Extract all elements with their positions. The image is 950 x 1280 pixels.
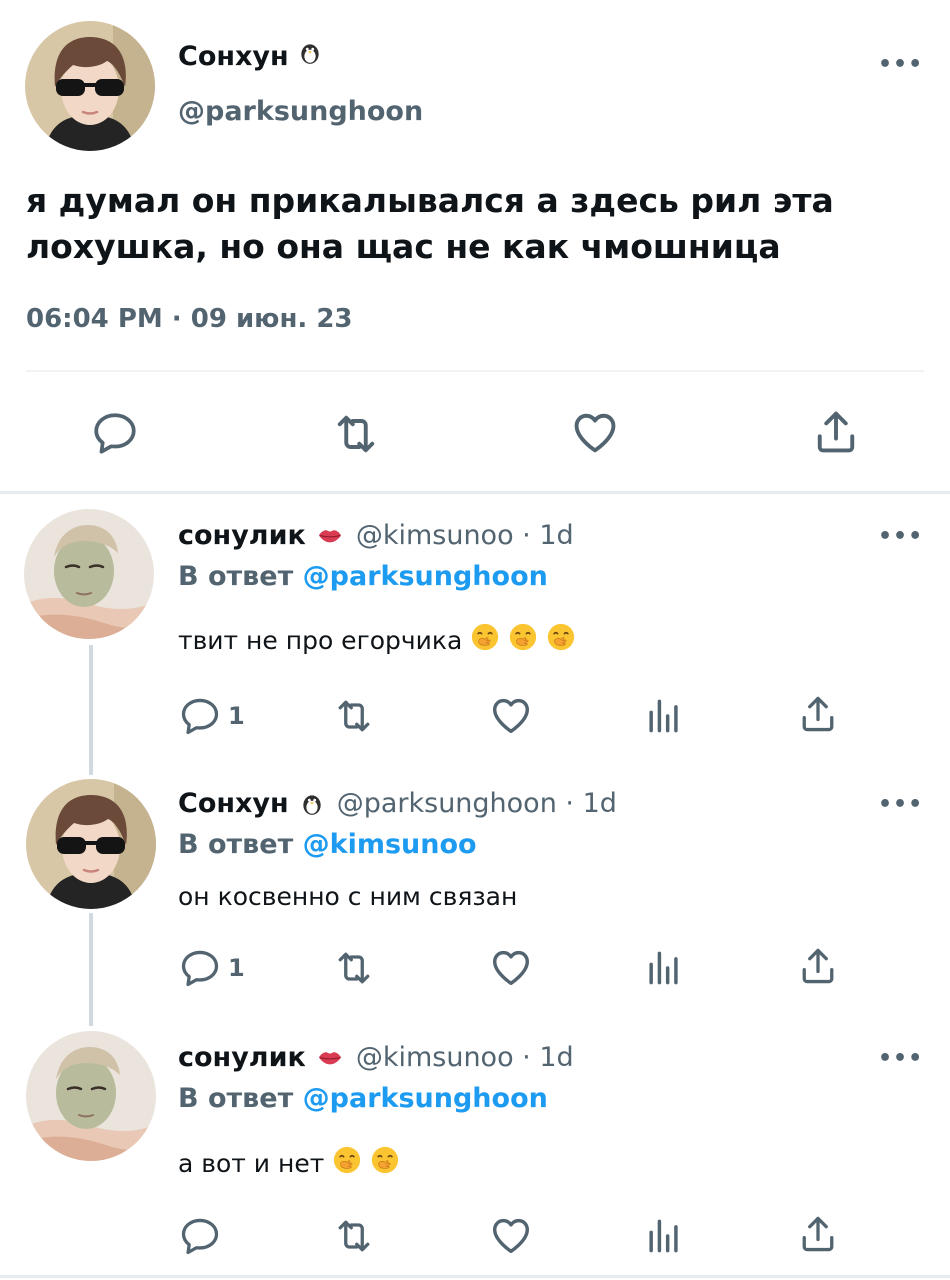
reply-text: а вот и нет <box>178 1145 400 1181</box>
reply-context: В ответ @kimsunoo <box>178 829 477 860</box>
thread-line <box>89 645 93 775</box>
retweet-icon <box>330 408 382 460</box>
like-button[interactable] <box>488 692 534 738</box>
more-options-button[interactable]: ••• <box>878 794 923 816</box>
retweet-icon <box>332 694 376 738</box>
hand-over-mouth-emoji-icon <box>470 622 500 658</box>
tweet-text: я думал он прикалывался а здесь рил эта … <box>26 181 834 266</box>
reply-context: В ответ @parksunghoon <box>178 1083 548 1114</box>
reply-icon <box>178 946 222 990</box>
hand-over-mouth-emoji-icon <box>332 1145 362 1181</box>
section-divider <box>0 491 950 494</box>
more-options-button[interactable]: ••• <box>878 54 923 76</box>
reply-prefix: В ответ <box>178 561 294 592</box>
reply-header: сонулик @kimsunoo · 1d <box>178 1042 574 1073</box>
reply-button[interactable] <box>90 408 140 462</box>
reply-header: сонулик @kimsunoo · 1d <box>178 520 574 551</box>
lips-icon <box>316 1044 344 1072</box>
retweet-button[interactable] <box>332 1214 376 1258</box>
penguin-icon <box>297 40 323 73</box>
reply-handle-time[interactable]: @parksunghoon · 1d <box>337 788 617 819</box>
reply-text-content: а вот и нет <box>178 1148 325 1178</box>
like-icon <box>569 406 621 458</box>
reply-button[interactable]: 1 <box>178 694 245 738</box>
like-icon <box>488 692 534 738</box>
views-icon <box>642 694 686 738</box>
like-icon <box>488 1212 534 1258</box>
reply-count: 1 <box>228 954 245 982</box>
reply-author-name[interactable]: Сонхун <box>178 788 289 819</box>
hand-over-mouth-emoji-icon <box>508 622 538 658</box>
share-button[interactable] <box>796 1212 840 1256</box>
thread-line <box>89 913 93 1026</box>
reply-icon <box>90 408 140 458</box>
reply-button[interactable]: 1 <box>178 946 245 990</box>
reply-context: В ответ @parksunghoon <box>178 561 548 592</box>
share-icon <box>810 406 862 458</box>
views-button[interactable] <box>642 1214 686 1258</box>
author-handle[interactable]: @parksunghoon <box>178 96 423 127</box>
reply-mention-link[interactable]: @parksunghoon <box>303 561 548 592</box>
reply-button[interactable] <box>178 1214 222 1258</box>
penguin-icon <box>299 791 325 817</box>
retweet-icon <box>332 946 376 990</box>
reply-text-content: он косвенно с ним связан <box>178 882 518 911</box>
reply-prefix: В ответ <box>178 1083 294 1114</box>
share-icon <box>796 692 840 736</box>
views-icon <box>642 1214 686 1258</box>
reply-text-content: твит не про егорчика <box>178 625 463 655</box>
like-button[interactable] <box>488 944 534 990</box>
lips-icon <box>316 522 344 550</box>
views-button[interactable] <box>642 694 686 738</box>
share-icon <box>796 944 840 988</box>
avatar[interactable] <box>26 1031 156 1161</box>
retweet-button[interactable] <box>332 946 376 990</box>
retweet-button[interactable] <box>332 694 376 738</box>
reply-text: он косвенно с ним связан <box>178 882 517 911</box>
author-name-text: Сонхун <box>178 41 289 72</box>
reply-icon <box>178 1214 222 1258</box>
tweet-timestamp[interactable]: 06:04 PM · 09 июн. 23 <box>26 304 353 334</box>
share-button[interactable] <box>810 406 862 462</box>
reply-text: твит не про егорчика <box>178 622 576 658</box>
avatar[interactable] <box>26 779 156 909</box>
views-button[interactable] <box>642 946 686 990</box>
reply-header: Сонхун @parksunghoon · 1d <box>178 788 617 819</box>
more-options-button[interactable]: ••• <box>878 526 923 548</box>
reply-mention-link[interactable]: @parksunghoon <box>303 1083 548 1114</box>
reply-prefix: В ответ <box>178 829 294 860</box>
hand-over-mouth-emoji-icon <box>370 1145 400 1181</box>
reply-icon <box>178 694 222 738</box>
views-icon <box>642 946 686 990</box>
like-button[interactable] <box>569 406 621 462</box>
avatar[interactable] <box>24 509 154 639</box>
reply-count: 1 <box>228 702 245 730</box>
share-button[interactable] <box>796 692 840 736</box>
hand-over-mouth-emoji-icon <box>546 622 576 658</box>
reply-handle-time[interactable]: @kimsunoo · 1d <box>356 520 574 551</box>
section-divider <box>0 1275 950 1278</box>
like-button[interactable] <box>488 1212 534 1258</box>
reply-handle-time[interactable]: @kimsunoo · 1d <box>356 1042 574 1073</box>
retweet-button[interactable] <box>330 408 382 464</box>
reply-author-name[interactable]: сонулик <box>178 520 306 551</box>
reply-mention-link[interactable]: @kimsunoo <box>303 829 477 860</box>
author-name[interactable]: Сонхун <box>178 40 323 73</box>
avatar[interactable] <box>25 21 155 151</box>
reply-author-name[interactable]: сонулик <box>178 1042 306 1073</box>
retweet-icon <box>332 1214 376 1258</box>
share-icon <box>796 1212 840 1256</box>
divider <box>26 370 924 372</box>
share-button[interactable] <box>796 944 840 988</box>
more-options-button[interactable]: ••• <box>878 1048 923 1070</box>
like-icon <box>488 944 534 990</box>
